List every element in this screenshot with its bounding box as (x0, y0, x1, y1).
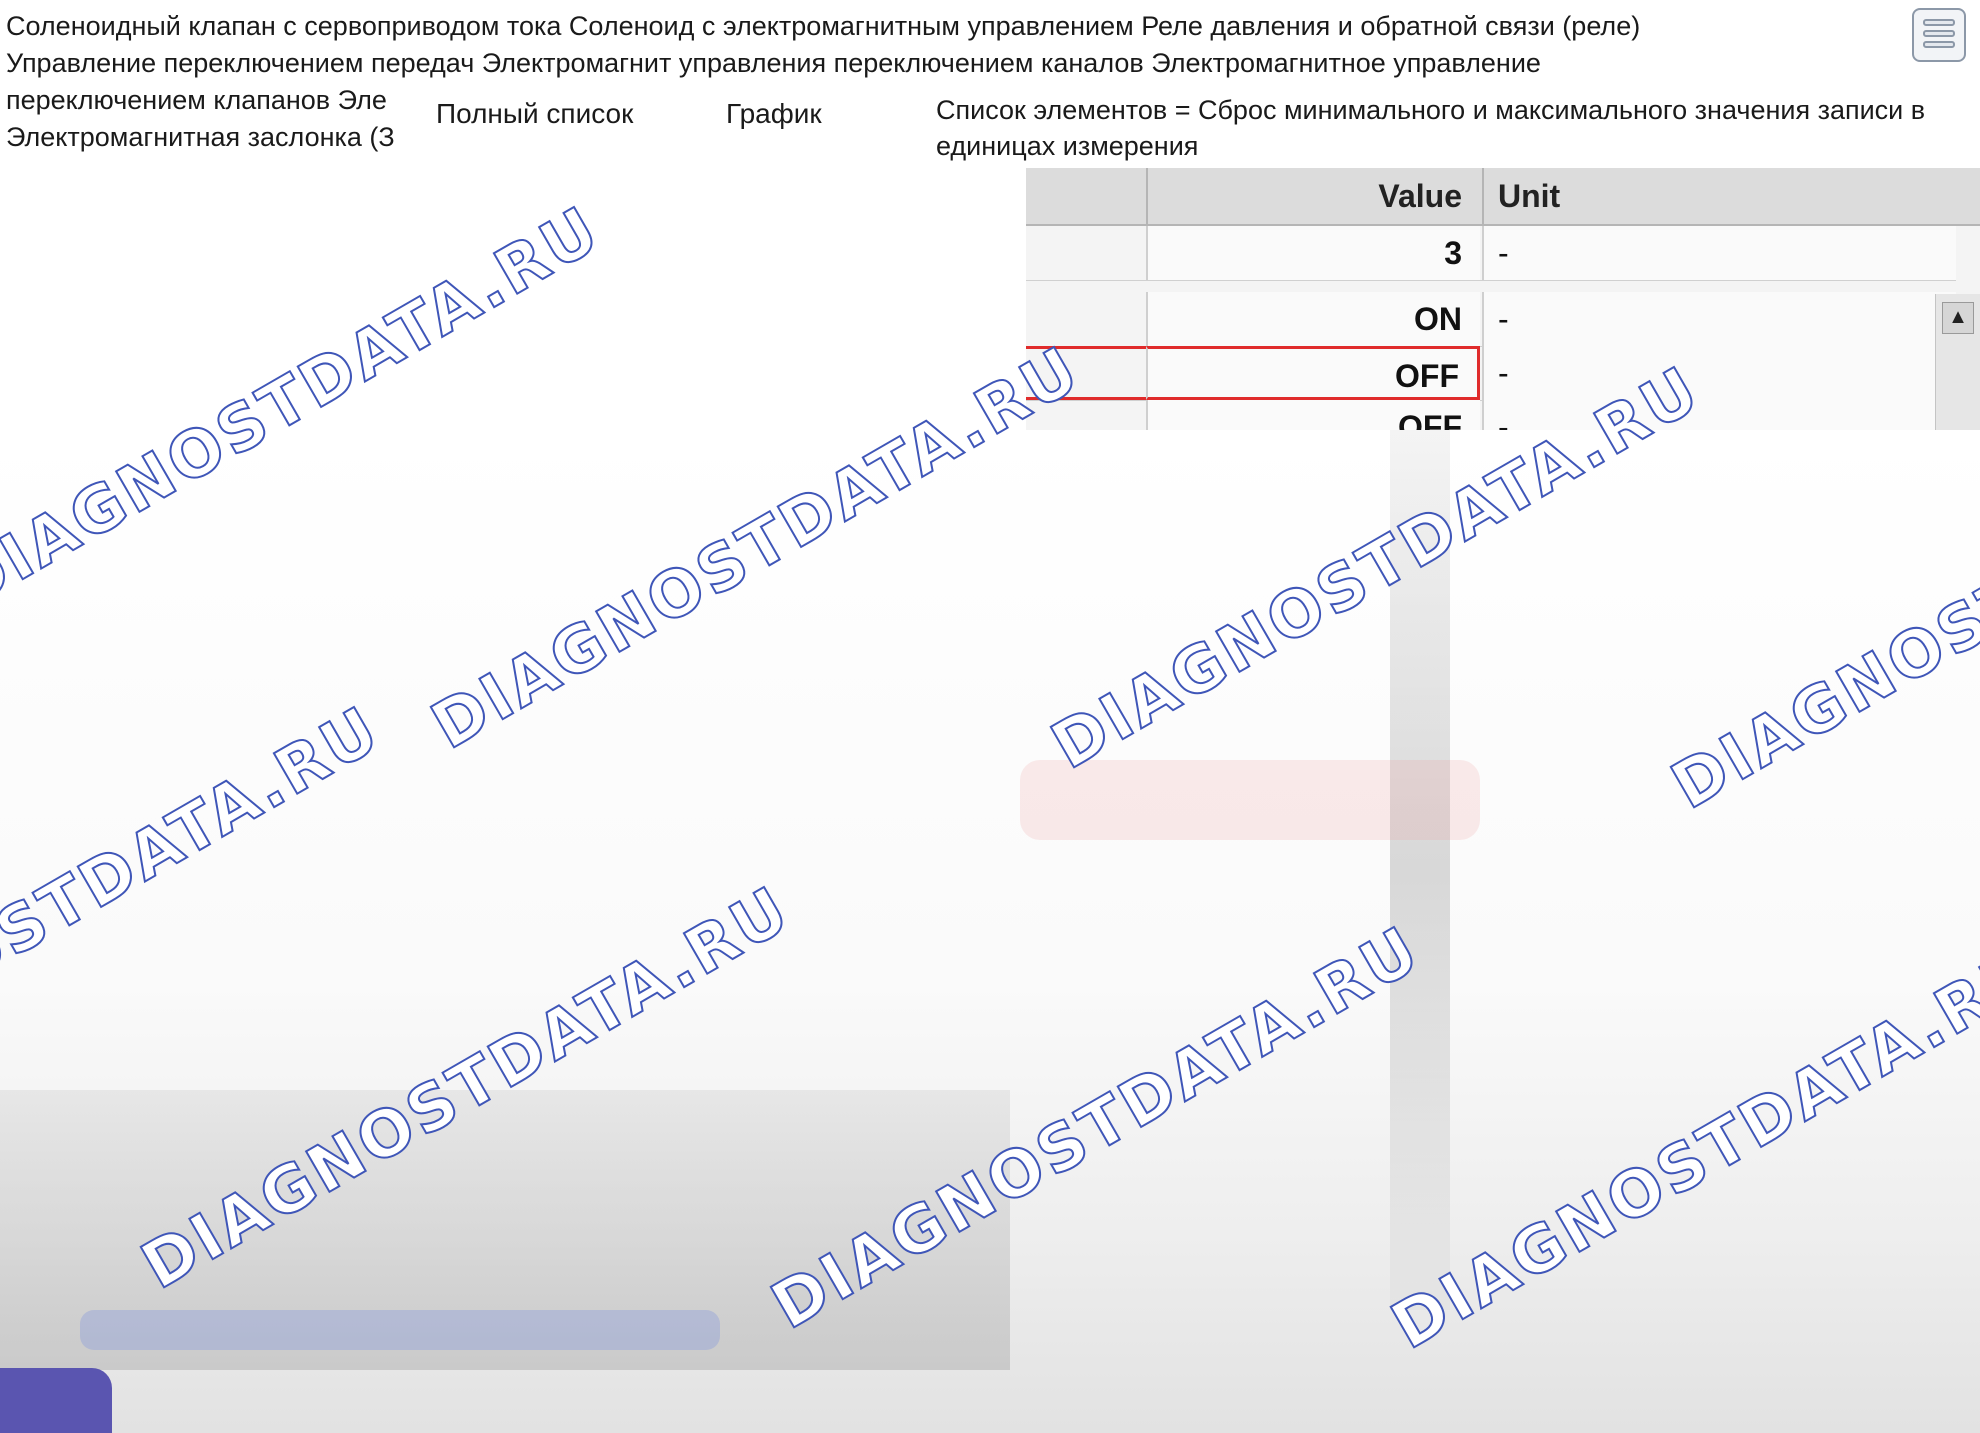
cell-value: ON (1146, 292, 1480, 346)
cell-name (1026, 346, 1146, 400)
tooltip-text: Список элементов = Сброс минимального и … (936, 95, 1926, 161)
blurred-content-area (0, 430, 1980, 1433)
blurred-selected-row (1020, 760, 1480, 840)
cell-value: OFF (1146, 400, 1480, 430)
header-line-1: Соленоидный клапан с сервоприводом тока … (6, 11, 1641, 41)
data-table: Value Unit 3 - ON - OFF - OFF - ▲ (1026, 168, 1980, 430)
tooltip-info-box: Список элементов = Сброс минимального и … (930, 90, 1945, 172)
cell-unit: - (1482, 226, 1956, 280)
blurred-link (80, 1310, 720, 1350)
scroll-up-arrow-icon[interactable]: ▲ (1942, 302, 1974, 334)
column-header-unit[interactable]: Unit (1482, 168, 1942, 224)
cell-value: 3 (1146, 226, 1480, 280)
column-header-value[interactable]: Value (1146, 168, 1480, 224)
cell-value: OFF (1146, 346, 1480, 400)
cell-unit: - (1482, 292, 1956, 346)
corner-button (0, 1368, 112, 1433)
cell-name (1026, 400, 1146, 430)
table-scrollbar[interactable]: ▲ (1935, 294, 1980, 430)
table-header: Value Unit (1026, 168, 1980, 226)
table-row[interactable]: 3 - (1026, 226, 1956, 281)
table-row[interactable]: OFF - (1026, 400, 1956, 430)
tab-full-list[interactable]: Полный список (432, 88, 638, 140)
blurred-value-column (1390, 430, 1450, 1310)
cell-unit: - (1482, 400, 1956, 430)
cell-name (1026, 226, 1146, 280)
header-line-2: Управление переключением передач Электро… (6, 48, 1541, 78)
table-row[interactable]: ON - (1026, 292, 1956, 347)
menu-icon[interactable] (1912, 8, 1966, 62)
cell-unit: - (1482, 346, 1956, 400)
cell-name (1026, 292, 1146, 346)
tab-graph[interactable]: График (722, 88, 826, 140)
table-row-selected[interactable]: OFF - (1026, 346, 1956, 401)
